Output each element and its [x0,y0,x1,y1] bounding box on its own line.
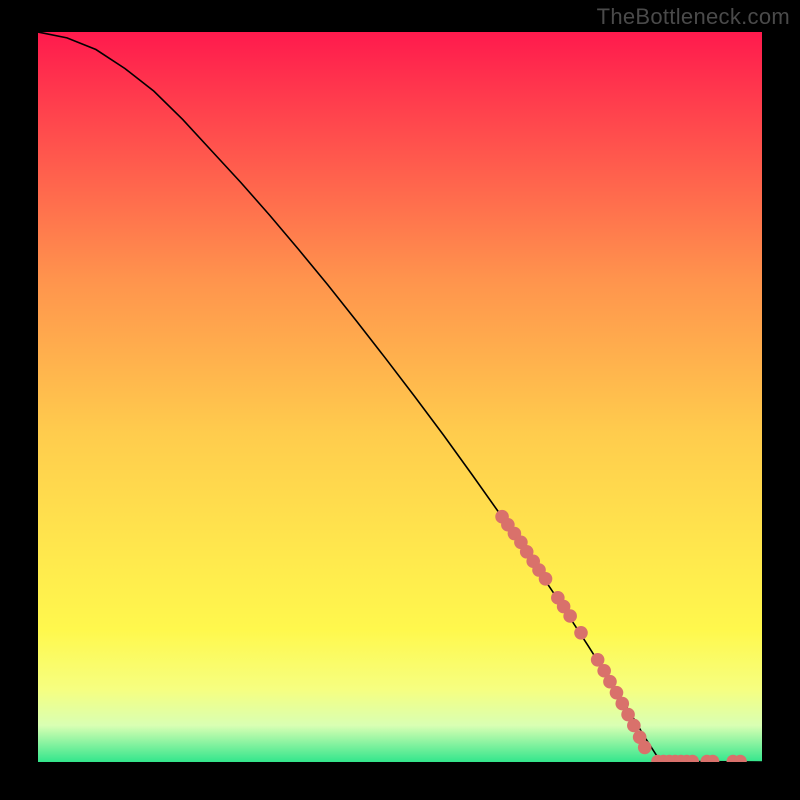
outer-frame: TheBottleneck.com [0,0,800,800]
gradient-background [38,32,762,762]
data-point [563,609,577,623]
data-point [574,626,588,640]
data-point [638,741,652,755]
watermark-label: TheBottleneck.com [597,4,790,30]
chart-svg [38,32,762,762]
data-point [627,719,641,733]
data-point [539,572,553,586]
chart-plot [38,32,762,762]
